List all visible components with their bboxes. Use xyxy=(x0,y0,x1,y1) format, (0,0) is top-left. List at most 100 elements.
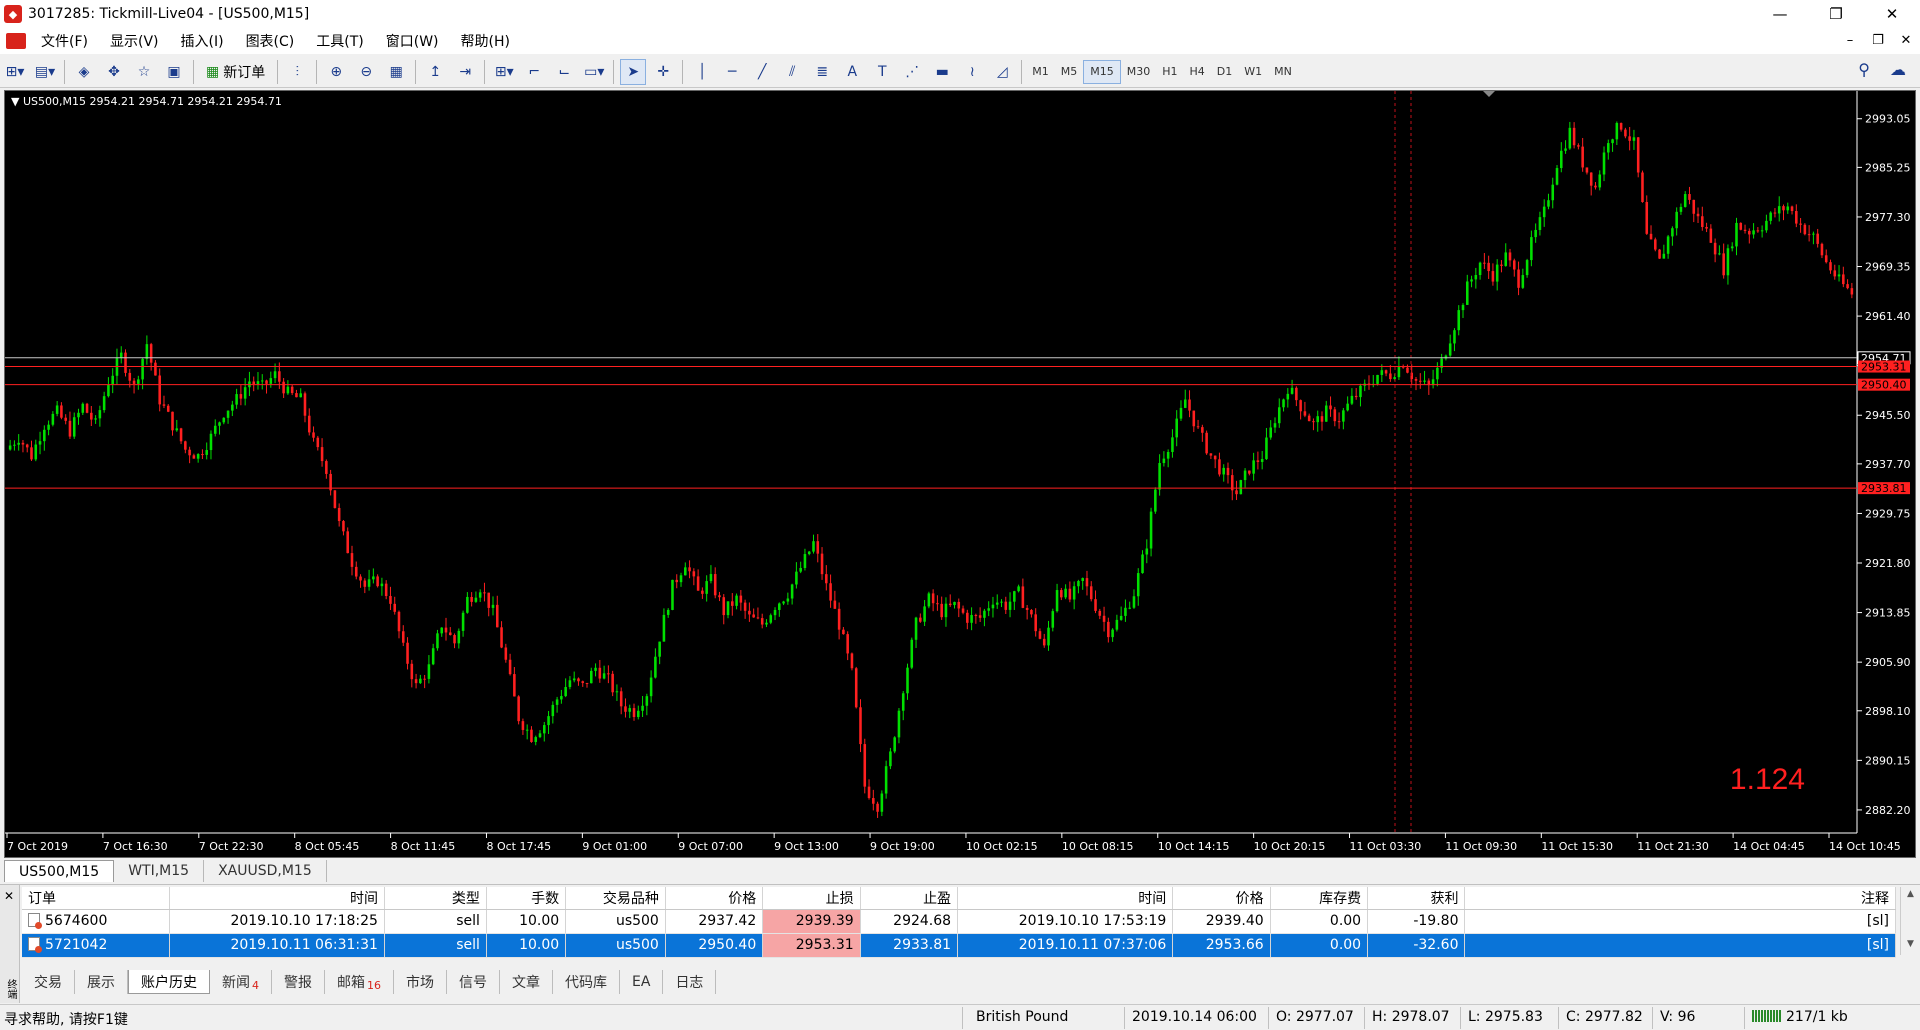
column-header[interactable]: 注释 xyxy=(1464,887,1896,910)
terminal-scrollbar[interactable]: ▲ ▼ xyxy=(1900,887,1920,955)
minimize-button[interactable]: — xyxy=(1752,0,1808,28)
terminal-icon[interactable]: ▣ xyxy=(161,59,187,85)
timeframe-h1[interactable]: H1 xyxy=(1156,60,1183,84)
column-header[interactable]: 价格 xyxy=(665,887,764,910)
rectangle-icon[interactable]: ▬ xyxy=(929,59,955,85)
candle-body xyxy=(760,618,764,625)
gann-icon[interactable]: ◿ xyxy=(989,59,1015,85)
candle-body xyxy=(1602,152,1606,175)
text-tool-icon[interactable]: A xyxy=(839,59,865,85)
chart-shift-icon[interactable]: ⇥ xyxy=(452,59,478,85)
menu-charts[interactable]: 图表(C) xyxy=(235,31,306,51)
terminal-tab[interactable]: EA xyxy=(620,970,664,994)
timeframe-h4[interactable]: H4 xyxy=(1184,60,1211,84)
terminal-tab[interactable]: 展示 xyxy=(75,970,128,994)
candle-body xyxy=(1803,224,1807,235)
chart-canvas[interactable]: 2993.05 2985.25 2977.30 2969.35 2961.40 2953.… xyxy=(5,91,1915,857)
terminal-tab[interactable]: 市场 xyxy=(394,970,447,994)
price-chart[interactable]: 2993.05 2985.25 2977.30 2969.35 2961.40 2953.… xyxy=(4,90,1916,858)
column-header[interactable]: 时间 xyxy=(957,887,1174,910)
cloud-icon[interactable]: ☁ xyxy=(1890,60,1906,79)
column-header[interactable]: 库存费 xyxy=(1270,887,1369,910)
timeframe-mn[interactable]: MN xyxy=(1268,60,1298,84)
terminal-tab[interactable]: 文章 xyxy=(500,970,553,994)
search-icon[interactable]: ⚲ xyxy=(1858,60,1870,79)
elliott-wave-icon[interactable]: ≀ xyxy=(959,59,985,85)
tile-windows-icon[interactable]: ▦ xyxy=(383,59,409,85)
menu-file[interactable]: 文件(F) xyxy=(30,31,99,51)
crosshair-icon[interactable]: ✛ xyxy=(650,59,676,85)
chart-tab-xauusd[interactable]: XAUUSD,M15 xyxy=(204,860,327,882)
column-header[interactable]: 止盈 xyxy=(860,887,959,910)
new-chart-icon[interactable]: ⊞▾ xyxy=(2,59,28,85)
channel-icon[interactable]: ⫽ xyxy=(779,59,805,85)
trendline-icon[interactable]: ╱ xyxy=(749,59,775,85)
terminal-tab[interactable]: 新闻 4 xyxy=(210,970,272,994)
table-row[interactable]: 5674600 2019.10.10 17:18:25 sell 10.00 us500… xyxy=(22,909,1896,934)
line-studies-icon[interactable]: ⌐ xyxy=(521,59,547,85)
candle-body xyxy=(654,656,657,678)
menu-insert[interactable]: 插入(I) xyxy=(170,31,235,51)
bar-chart-icon[interactable]: ⫶ xyxy=(284,59,310,85)
menu-window[interactable]: 窗口(W) xyxy=(375,31,450,51)
terminal-tab[interactable]: 代码库 xyxy=(553,970,620,994)
chart-tab-wti[interactable]: WTI,M15 xyxy=(114,860,205,882)
profiles-icon[interactable]: ▤▾ xyxy=(32,59,58,85)
column-header[interactable]: 止损 xyxy=(762,887,861,910)
periods-icon[interactable]: ⌙ xyxy=(551,59,577,85)
zoom-out-icon[interactable]: ⊖ xyxy=(353,59,379,85)
vertical-line-icon[interactable]: │ xyxy=(689,59,715,85)
table-row[interactable]: 5721042 2019.10.11 06:31:31 sell 10.00 us500… xyxy=(22,933,1896,958)
terminal-tab[interactable]: 信号 xyxy=(447,970,500,994)
mdi-restore-button[interactable]: ❐ xyxy=(1864,28,1892,54)
templates-icon[interactable]: ▭▾ xyxy=(581,59,607,85)
column-header[interactable]: 交易品种 xyxy=(565,887,666,910)
auto-scroll-icon[interactable]: ↥ xyxy=(422,59,448,85)
menu-help[interactable]: 帮助(H) xyxy=(450,31,521,51)
close-icon[interactable]: ✕ xyxy=(4,889,14,903)
horizontal-line-icon[interactable]: ─ xyxy=(719,59,745,85)
timeframe-w1[interactable]: W1 xyxy=(1238,60,1268,84)
timeframe-m30[interactable]: M30 xyxy=(1121,60,1157,84)
timeframe-m5[interactable]: M5 xyxy=(1055,60,1084,84)
column-header[interactable]: 订单 xyxy=(22,887,170,910)
scroll-down-icon[interactable]: ▼ xyxy=(1901,937,1920,951)
column-header[interactable]: 类型 xyxy=(384,887,487,910)
mdi-close-button[interactable]: ✕ xyxy=(1892,28,1920,54)
market-watch-icon[interactable]: ◈ xyxy=(71,59,97,85)
candle-body xyxy=(671,579,674,610)
column-header[interactable]: 时间 xyxy=(169,887,385,910)
chart-tab-us500[interactable]: US500,M15 xyxy=(4,860,115,882)
indicators-icon[interactable]: ⊞▾ xyxy=(491,59,517,85)
column-header[interactable]: 手数 xyxy=(486,887,567,910)
scroll-up-icon[interactable]: ▲ xyxy=(1901,887,1920,901)
candle-body xyxy=(833,600,837,609)
mdi-minimize-button[interactable]: – xyxy=(1836,28,1864,54)
terminal-tab[interactable]: 交易 xyxy=(22,970,75,994)
favorites-icon[interactable]: ☆ xyxy=(131,59,157,85)
text-label-icon[interactable]: T xyxy=(869,59,895,85)
fibonacci-icon[interactable]: ≣ xyxy=(809,59,835,85)
timeframe-m15[interactable]: M15 xyxy=(1083,59,1121,84)
terminal-tab[interactable]: 邮箱 16 xyxy=(325,970,394,994)
menu-view[interactable]: 显示(V) xyxy=(99,31,170,51)
navigator-icon[interactable]: ✥ xyxy=(101,59,127,85)
menu-tools[interactable]: 工具(T) xyxy=(305,31,374,51)
zoom-in-icon[interactable]: ⊕ xyxy=(323,59,349,85)
terminal-tab[interactable]: 账户历史 xyxy=(128,970,210,994)
candle-body xyxy=(632,708,636,718)
terminal-tab[interactable]: 警报 xyxy=(272,970,325,994)
fibo-fan-icon[interactable]: ⋰ xyxy=(899,59,925,85)
price-level-text: 2950.40 xyxy=(1861,379,1907,392)
new-order-button[interactable]: ▦ 新订单 xyxy=(200,59,271,85)
close-button[interactable]: ✕ xyxy=(1864,0,1920,28)
timeframe-m1[interactable]: M1 xyxy=(1026,60,1055,84)
column-header[interactable]: 价格 xyxy=(1172,887,1271,910)
chart-window-icon[interactable] xyxy=(6,33,26,49)
terminal-tab[interactable]: 日志 xyxy=(663,970,717,994)
table-cell: 2937.42 xyxy=(665,909,764,934)
restore-button[interactable]: ❐ xyxy=(1808,0,1864,28)
column-header[interactable]: 获利 xyxy=(1367,887,1466,910)
cursor-icon[interactable]: ➤ xyxy=(620,58,647,85)
timeframe-d1[interactable]: D1 xyxy=(1211,60,1238,84)
